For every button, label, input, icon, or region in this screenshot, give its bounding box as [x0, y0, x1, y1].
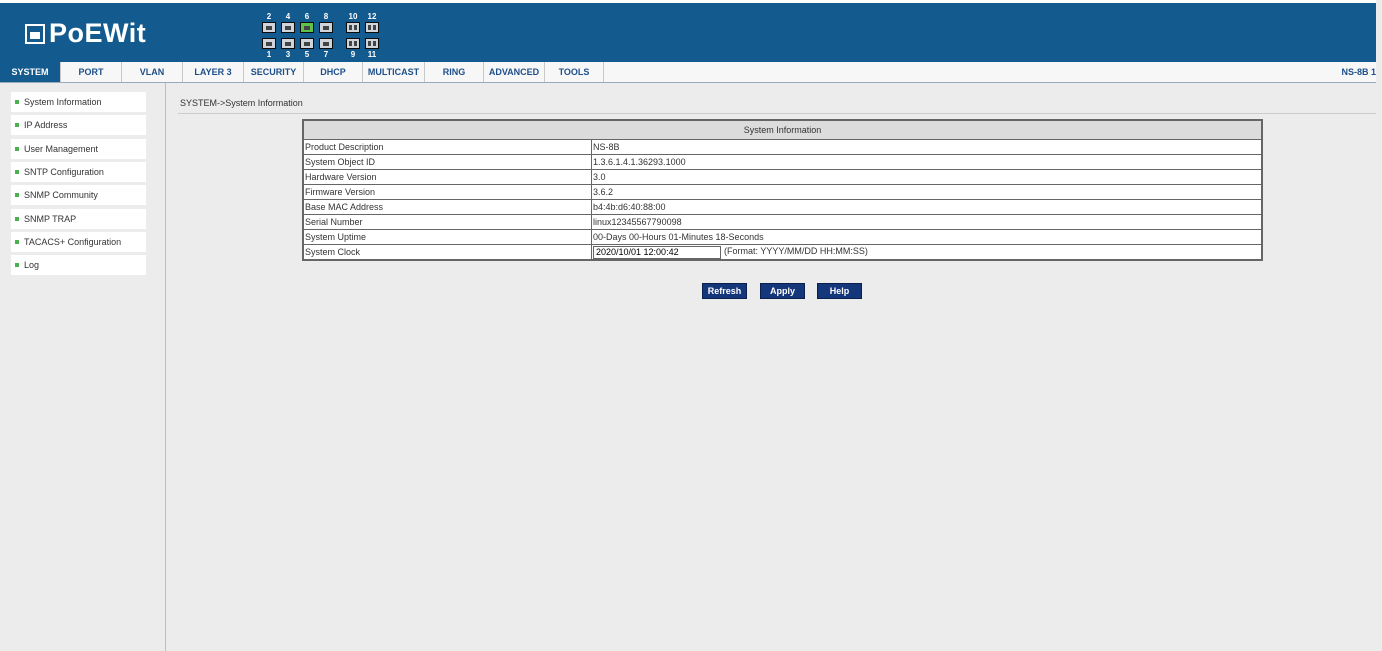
tab-dhcp[interactable]: DHCP: [304, 62, 363, 82]
row-label: Serial Number: [302, 214, 592, 230]
row-label: System Clock: [302, 244, 592, 261]
sidebar-item-ip-address[interactable]: IP Address: [11, 115, 146, 136]
port-number-label: 10: [348, 12, 358, 21]
sidebar-item-log[interactable]: Log: [11, 255, 146, 276]
port-9-icon[interactable]: [346, 38, 360, 49]
system-clock-input[interactable]: [593, 245, 721, 259]
port-3-icon[interactable]: [281, 38, 295, 49]
clock-cell: (Format: YYYY/MM/DD HH:MM:SS): [591, 244, 1263, 261]
table-row: Firmware Version 3.6.2: [302, 184, 1263, 200]
sidebar-item-label: SNMP Community: [24, 190, 98, 201]
logo-icon: [25, 23, 45, 44]
port-number-label: 9: [350, 50, 356, 59]
table-row: System Object ID 1.3.6.1.4.1.36293.1000: [302, 154, 1263, 170]
port-12-icon[interactable]: [365, 22, 379, 33]
port-number-label: 1: [266, 50, 272, 59]
device-model: NS-8B 1: [1341, 67, 1376, 77]
port-11-icon[interactable]: [365, 38, 379, 49]
bullet-icon: [15, 123, 19, 128]
tab-advanced[interactable]: ADVANCED: [484, 62, 545, 82]
sidebar-item-user-management[interactable]: User Management: [11, 138, 146, 159]
row-label: Base MAC Address: [302, 199, 592, 215]
tab-system[interactable]: SYSTEM: [0, 62, 61, 82]
breadcrumb: SYSTEM->System Information: [180, 98, 303, 108]
tab-multicast[interactable]: MULTICAST: [363, 62, 425, 82]
sidebar-item-label: SNTP Configuration: [24, 166, 104, 177]
port-4-icon[interactable]: [281, 22, 295, 33]
refresh-button[interactable]: Refresh: [702, 283, 747, 299]
sidebar-item-system-information[interactable]: System Information: [11, 92, 146, 112]
tab-tools[interactable]: TOOLS: [545, 62, 604, 82]
row-value: linux12345567790098: [591, 214, 1263, 230]
row-value: 1.3.6.1.4.1.36293.1000: [591, 154, 1263, 170]
sidebar: System Information IP Address User Managem…: [0, 83, 166, 651]
brand-logo: PoEWit: [25, 18, 146, 49]
port-1-icon[interactable]: [262, 38, 276, 49]
port-7-icon[interactable]: [319, 38, 333, 49]
main-nav: SYSTEM PORT VLAN LAYER 3 SECURITY DHCP MULTICA…: [0, 62, 1376, 83]
port-number-label: 6: [304, 12, 310, 21]
row-value: b4:4b:d6:40:88:00: [591, 199, 1263, 215]
port-number-label: 4: [285, 12, 291, 21]
bullet-icon: [15, 239, 19, 244]
table-row: System Clock (Format: YYYY/MM/DD HH:MM:SS…: [302, 244, 1263, 261]
port-number-label: 7: [323, 50, 329, 59]
table-row: System Uptime 00-Days 00-Hours 01-Minutes…: [302, 229, 1263, 245]
sidebar-item-label: Log: [24, 260, 40, 271]
table-row: Base MAC Address b4:4b:d6:40:88:00: [302, 199, 1263, 215]
tab-ring[interactable]: RING: [425, 62, 484, 82]
row-label: System Object ID: [302, 154, 592, 170]
row-label: Product Description: [302, 139, 592, 155]
port-5-icon[interactable]: [300, 38, 314, 49]
port-number-label: 3: [285, 50, 291, 59]
row-value: 3.0: [591, 169, 1263, 185]
row-label: System Uptime: [302, 229, 592, 245]
table-title: System Information: [302, 119, 1263, 140]
sidebar-item-sntp-configuration[interactable]: SNTP Configuration: [11, 161, 146, 182]
table-row: Serial Number linux12345567790098: [302, 214, 1263, 230]
sidebar-item-label: SNMP TRAP: [24, 213, 77, 224]
row-value: NS-8B: [591, 139, 1263, 155]
tab-port[interactable]: PORT: [61, 62, 122, 82]
logo-text: PoEWit: [49, 18, 147, 48]
sidebar-item-label: User Management: [24, 143, 99, 154]
bullet-icon: [15, 146, 19, 151]
port-number-label: 8: [323, 12, 329, 21]
port-number-label: 11: [367, 50, 377, 59]
tab-security[interactable]: SECURITY: [244, 62, 304, 82]
clock-format-hint: (Format: YYYY/MM/DD HH:MM:SS): [724, 246, 868, 257]
sidebar-item-label: TACACS+ Configuration: [24, 236, 122, 247]
port-8-icon[interactable]: [319, 22, 333, 33]
table-row: Hardware Version 3.0: [302, 169, 1263, 185]
port-10-icon[interactable]: [346, 22, 360, 33]
tab-layer-3[interactable]: LAYER 3: [183, 62, 244, 82]
port-number-label: 2: [266, 12, 272, 21]
bullet-icon: [15, 263, 19, 268]
port-2-icon[interactable]: [262, 22, 276, 33]
port-number-label: 12: [367, 12, 377, 21]
help-button[interactable]: Help: [817, 283, 862, 299]
apply-button[interactable]: Apply: [760, 283, 805, 299]
system-info-table: System Information Product Description NS…: [302, 119, 1263, 261]
sidebar-item-label: System Information: [24, 97, 102, 107]
port-number-label: 5: [304, 50, 310, 59]
row-value: 00-Days 00-Hours 01-Minutes 18-Seconds: [591, 229, 1263, 245]
row-label: Firmware Version: [302, 184, 592, 200]
port-6-icon[interactable]: [300, 22, 314, 33]
table-row: Product Description NS-8B: [302, 139, 1263, 155]
breadcrumb-divider: [178, 113, 1376, 114]
bullet-icon: [15, 170, 19, 175]
row-value: 3.6.2: [591, 184, 1263, 200]
row-label: Hardware Version: [302, 169, 592, 185]
sidebar-item-label: IP Address: [24, 120, 68, 131]
bullet-icon: [15, 100, 19, 105]
bullet-icon: [15, 216, 19, 221]
sidebar-item-snmp-trap[interactable]: SNMP TRAP: [11, 208, 146, 229]
sidebar-item-tacacs-configuration[interactable]: TACACS+ Configuration: [11, 231, 146, 252]
header-bar: PoEWit 1 2 3 4 5 6 7 8 9 10 11 12: [0, 0, 1376, 62]
tab-vlan[interactable]: VLAN: [122, 62, 183, 82]
bullet-icon: [15, 193, 19, 198]
sidebar-item-snmp-community[interactable]: SNMP Community: [11, 185, 146, 206]
